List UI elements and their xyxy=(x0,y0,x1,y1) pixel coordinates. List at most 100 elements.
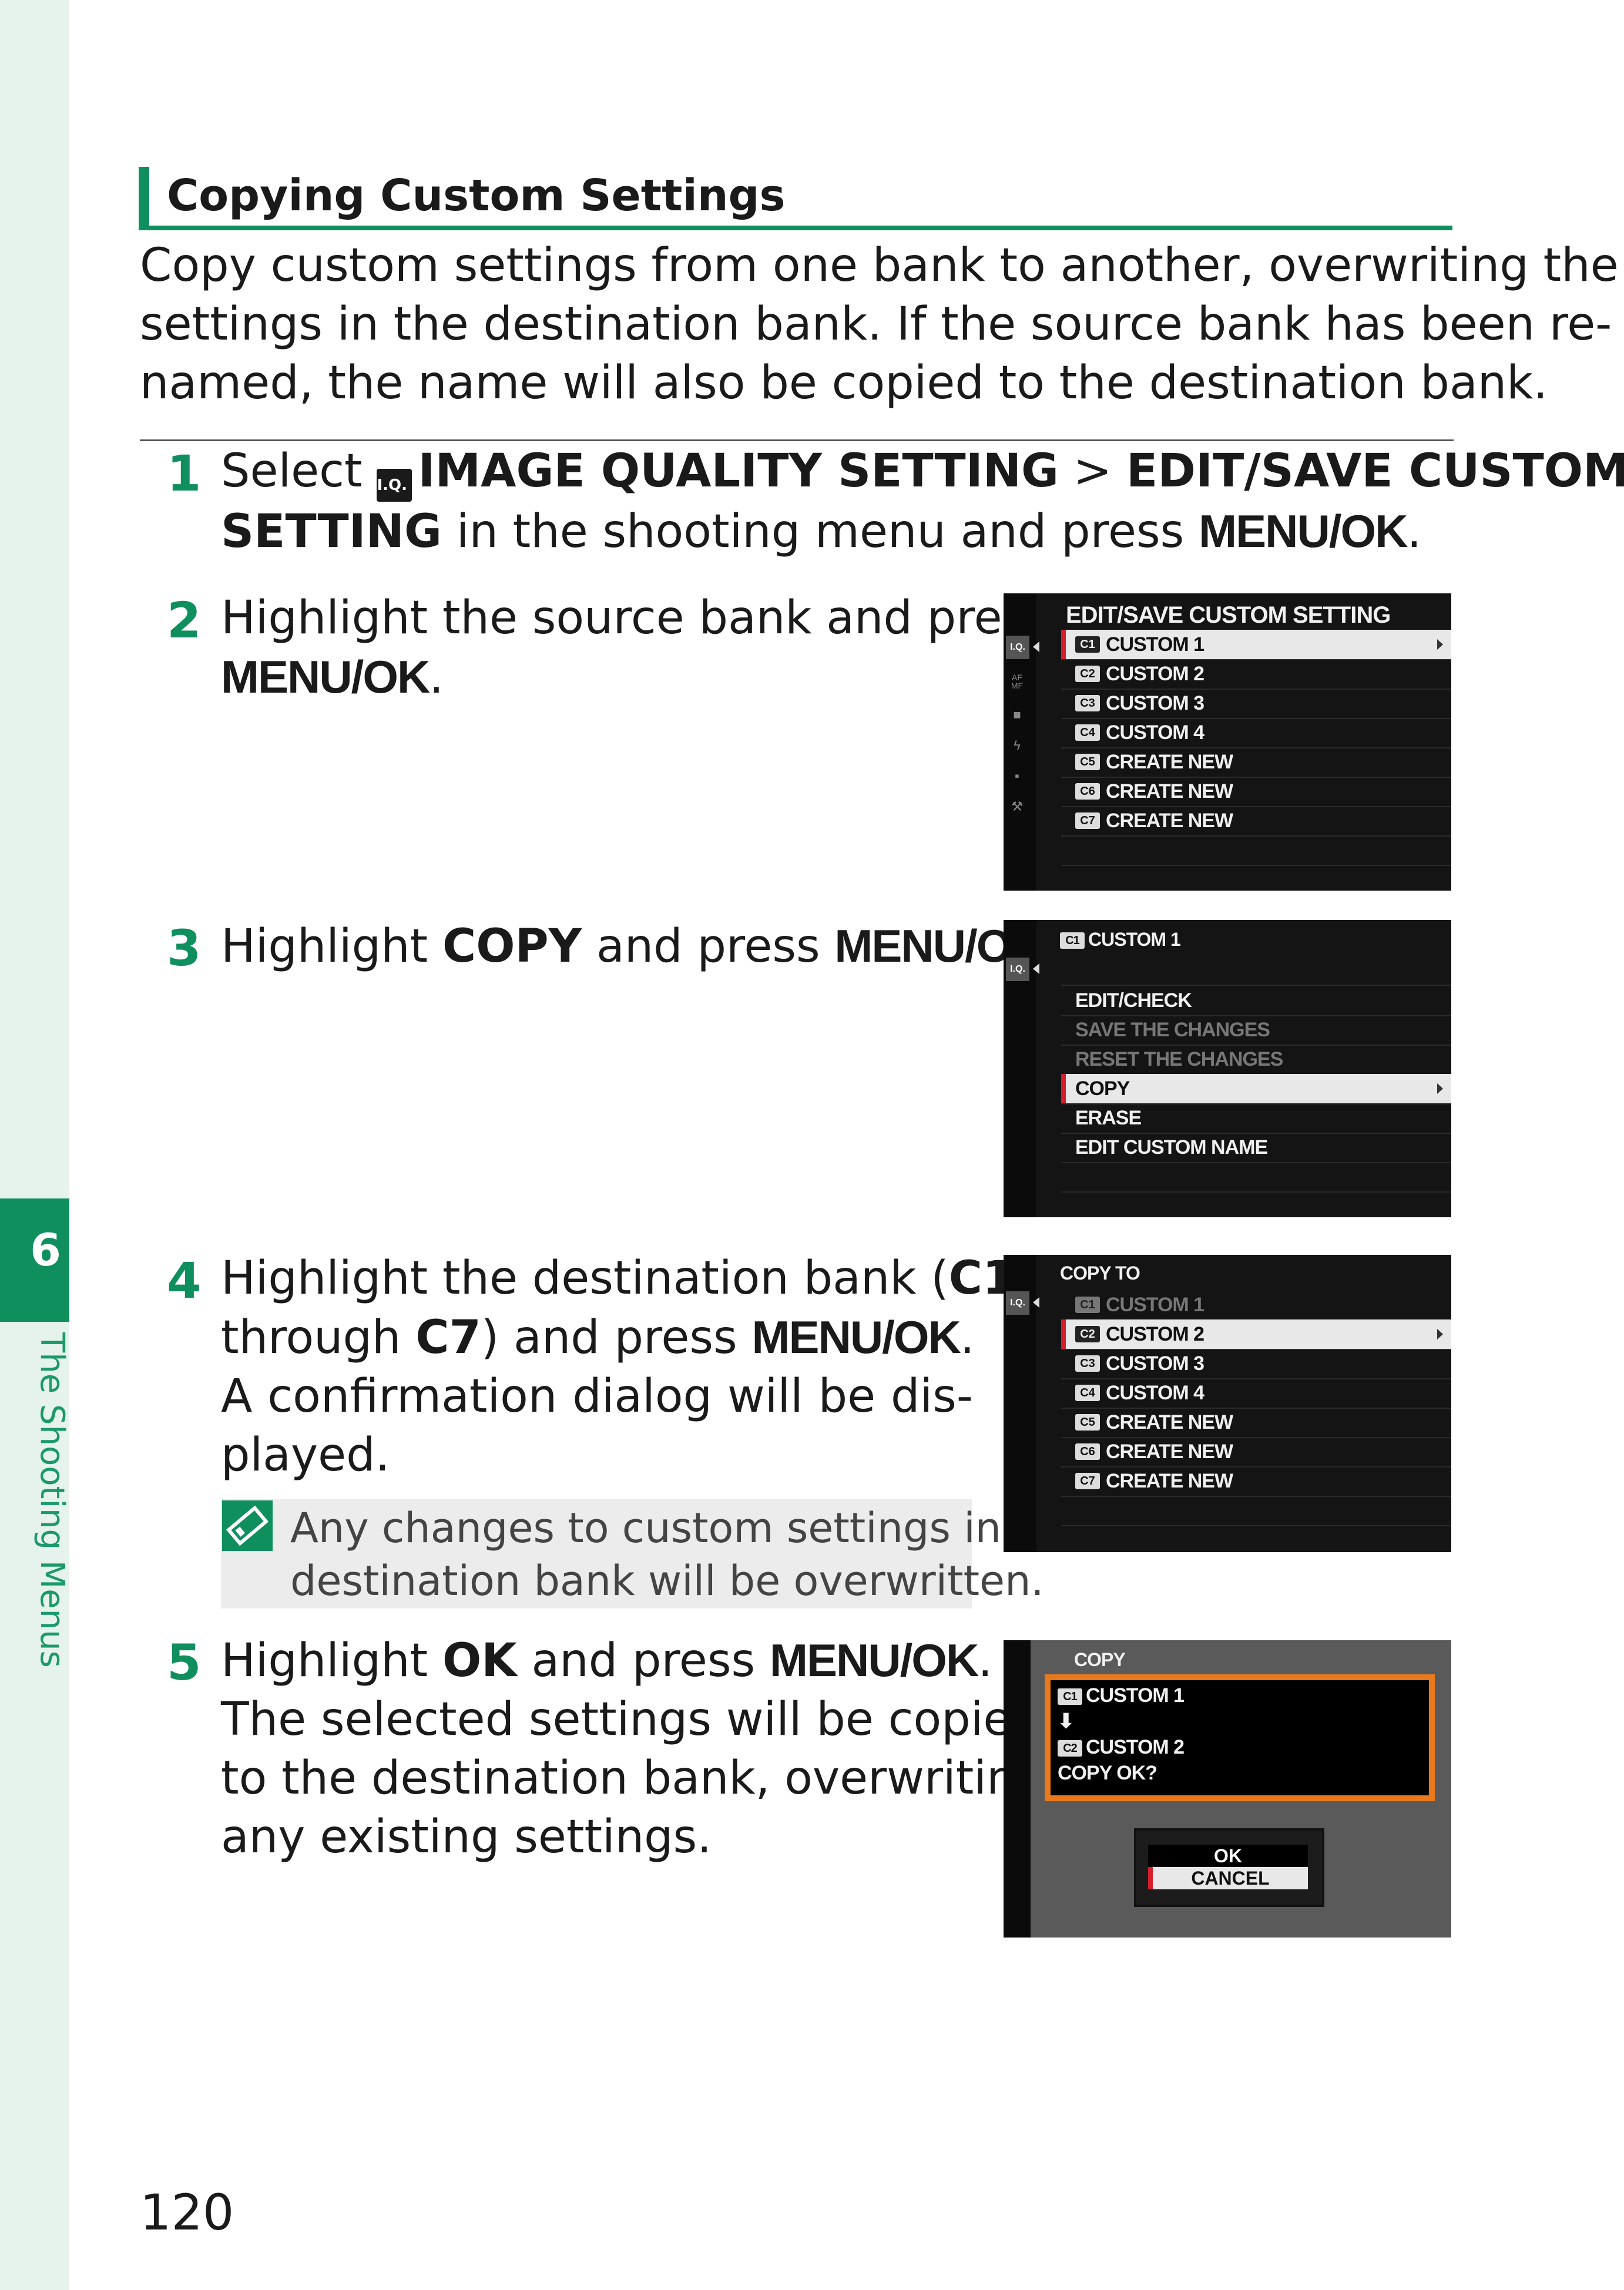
step-number: 2 xyxy=(167,592,202,649)
bank-badge: C1 xyxy=(1075,1297,1100,1313)
menu-row[interactable]: C4 CUSTOM 4 xyxy=(1061,1378,1451,1409)
menu-row[interactable]: C2 CUSTOM 2 xyxy=(1061,659,1451,690)
screen-title: COPY TO xyxy=(1060,1262,1140,1284)
iq-tab-icon[interactable]: I.Q. xyxy=(1006,636,1029,659)
menu-row[interactable]: C7 CREATE NEW xyxy=(1061,806,1451,837)
menu-row[interactable]: ERASE xyxy=(1061,1103,1451,1134)
screen-title-text: CUSTOM 1 xyxy=(1088,929,1181,950)
menu-row[interactable]: C3 CUSTOM 3 xyxy=(1061,689,1451,719)
menu-row[interactable]: EDIT/CHECK xyxy=(1061,986,1451,1016)
text: Highlight xyxy=(221,1634,428,1687)
step-2-line: MENU/OK. xyxy=(221,647,973,707)
text: . xyxy=(959,1311,975,1364)
menu-row[interactable]: C7 CREATE NEW xyxy=(1061,1466,1451,1497)
movie-icon[interactable]: ▪ xyxy=(1008,770,1026,783)
menu-row[interactable]: COPY xyxy=(1061,1074,1451,1104)
menu-row-label: CUSTOM 4 xyxy=(1106,1382,1204,1404)
flash-icon[interactable]: ϟ xyxy=(1008,739,1026,752)
menu-row[interactable]: C1 CUSTOM 1 xyxy=(1061,630,1451,660)
cancel-button[interactable]: CANCEL xyxy=(1148,1867,1308,1889)
camera-icon[interactable]: ■ xyxy=(1008,709,1026,721)
iq-tab-icon[interactable]: I.Q. xyxy=(1006,958,1029,981)
step-1-line: Select I.Q. IMAGE QUALITY SETTING > EDIT/… xyxy=(221,442,1624,502)
step-number: 3 xyxy=(167,919,202,977)
bank-badge: C7 xyxy=(1075,1473,1100,1489)
bank-badge: C4 xyxy=(1075,1385,1100,1401)
menu-row-label: ERASE xyxy=(1075,1107,1142,1129)
back-arrow-icon xyxy=(1033,642,1039,652)
screen-title: COPY xyxy=(1074,1649,1126,1670)
menu-row[interactable]: C5 CREATE NEW xyxy=(1061,1408,1451,1438)
menu-row[interactable]: C3 CUSTOM 3 xyxy=(1061,1349,1451,1379)
dialog-source-label: CUSTOM 1 xyxy=(1086,1684,1185,1707)
menu-row[interactable]: C6 CREATE NEW xyxy=(1061,777,1451,807)
menu-row-label: EDIT CUSTOM NAME xyxy=(1075,1136,1268,1159)
menu-row-label: CUSTOM 1 xyxy=(1106,633,1204,656)
chapter-label: The Shooting Menus xyxy=(33,1332,71,1668)
intro-line: settings in the destination bank. If the… xyxy=(140,298,1612,351)
bank-badge: C2 xyxy=(1075,666,1100,682)
menu-row-label: CREATE NEW xyxy=(1106,751,1233,773)
text: . xyxy=(429,651,444,704)
step-4-line: Highlight the destination bank (C1 xyxy=(221,1249,1014,1308)
step-2-line: Highlight the source bank and press xyxy=(221,592,1050,644)
text: Select xyxy=(221,445,363,498)
bank-badge: C1 xyxy=(1075,636,1100,653)
text: through xyxy=(221,1311,401,1364)
wrench-icon[interactable]: ⚒ xyxy=(1008,800,1026,813)
section-heading: Copying Custom Settings xyxy=(167,170,786,221)
note-icon-graphic xyxy=(222,1500,273,1551)
step-5-line: The selected settings will be copied xyxy=(221,1693,1041,1746)
bank-badge: C2 xyxy=(1075,1326,1100,1342)
screen-title: EDIT/SAVE CUSTOM SETTING xyxy=(1066,602,1391,628)
bank-badge: C2 xyxy=(1058,1740,1082,1757)
menu-row-label: EDIT/CHECK xyxy=(1075,989,1192,1012)
menu-row[interactable]: C6 CREATE NEW xyxy=(1061,1437,1451,1468)
screen-title: C1 CUSTOM 1 xyxy=(1060,925,1181,954)
text: . xyxy=(1407,505,1422,558)
bank-badge: C7 xyxy=(1075,812,1100,829)
menu-row-label: CREATE NEW xyxy=(1106,1441,1233,1463)
step-number: 4 xyxy=(167,1252,202,1309)
bank-badge: C6 xyxy=(1075,783,1100,800)
sidebar-strip xyxy=(0,0,69,2290)
step-4-line: through C7) and press MENU/OK. xyxy=(221,1308,975,1367)
confirm-dialog: C1 CUSTOM 1 ⬇ C2 CUSTOM 2 COPY OK? xyxy=(1045,1674,1435,1801)
dialog-destination-label: CUSTOM 2 xyxy=(1086,1736,1185,1758)
back-arrow-icon xyxy=(1033,963,1039,974)
bank-badge: C6 xyxy=(1075,1443,1100,1460)
menu-row-label: CUSTOM 2 xyxy=(1106,663,1204,685)
chapter-number: 6 xyxy=(30,1224,61,1276)
step-2-text: Highlight the source bank and press MENU… xyxy=(221,589,1050,707)
menu-row: RESET THE CHANGES xyxy=(1061,1045,1451,1075)
menu-row[interactable]: EDIT CUSTOM NAME xyxy=(1061,1133,1451,1163)
menu-row-label: SAVE THE CHANGES xyxy=(1075,1019,1270,1041)
bank-badge: C5 xyxy=(1075,1414,1100,1431)
text: Highlight xyxy=(221,920,428,973)
divider xyxy=(140,439,1454,441)
menu-row: SAVE THE CHANGES xyxy=(1061,1015,1451,1046)
menu-row-label: COPY xyxy=(1075,1077,1130,1100)
menu-row[interactable]: C5 CREATE NEW xyxy=(1061,747,1451,778)
menu-row[interactable]: C4 CUSTOM 4 xyxy=(1061,718,1451,748)
menu-row[interactable]: C2 CUSTOM 2 xyxy=(1061,1319,1451,1350)
ok-button[interactable]: OK xyxy=(1148,1845,1308,1867)
note-line: destination bank will be overwritten. xyxy=(290,1557,1044,1605)
menu-ok-key: MENU/OK xyxy=(751,1311,961,1363)
step-4-line: A confirmation dialog will be dis- xyxy=(221,1370,973,1423)
note-icon xyxy=(222,1500,273,1551)
page-number: 120 xyxy=(140,2184,234,2241)
note-text: Any changes to custom settings in the de… xyxy=(290,1502,1082,1607)
text: and press xyxy=(596,920,820,973)
menu-row-empty xyxy=(1061,955,1451,986)
image-quality-icon: I.Q. xyxy=(377,469,412,502)
step-4-line: played. xyxy=(221,1429,390,1482)
menu-row-label: CUSTOM 2 xyxy=(1106,1323,1204,1345)
menu-path: EDIT/SAVE CUSTOM xyxy=(1126,445,1624,498)
dialog-destination: C2 CUSTOM 2 xyxy=(1058,1734,1185,1760)
step-5-line: Highlight OK and press MENU/OK. xyxy=(221,1631,992,1690)
intro-paragraph: Copy custom settings from one bank to an… xyxy=(140,236,1619,412)
iq-tab-icon[interactable]: I.Q. xyxy=(1006,1291,1029,1315)
af-mf-icon[interactable]: AF MF xyxy=(1008,673,1026,690)
text: in the shooting menu and press xyxy=(456,505,1185,558)
